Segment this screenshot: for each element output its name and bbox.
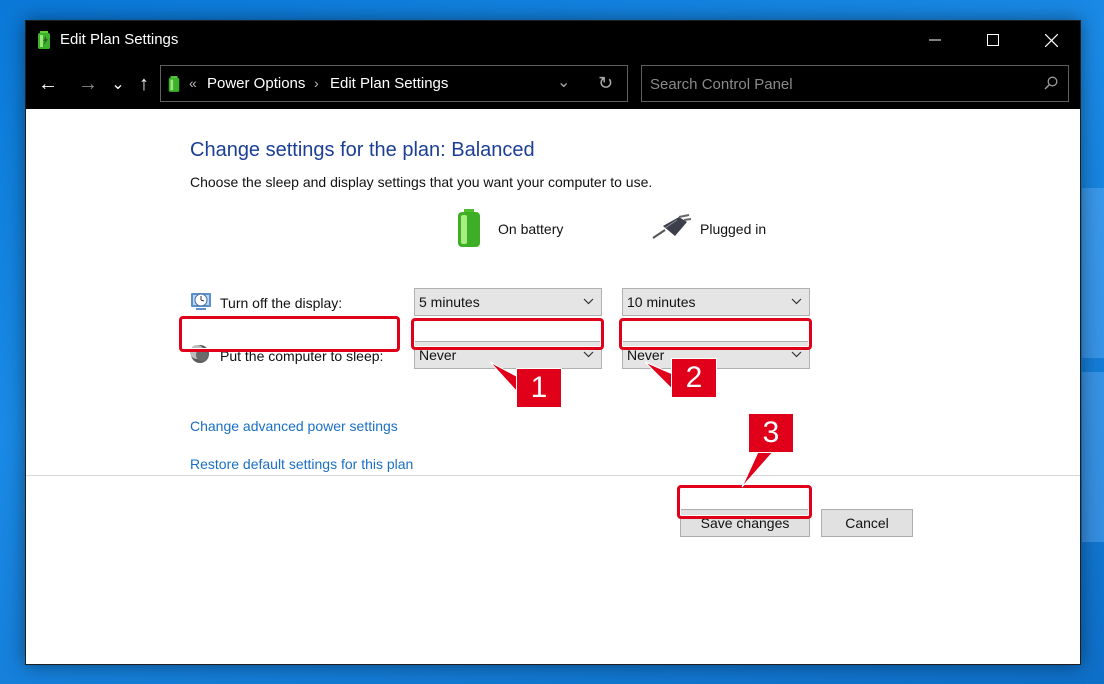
callout-pointers [489, 361, 775, 488]
step-2-badge: 2 [671, 358, 717, 398]
step-1-badge: 1 [516, 368, 562, 408]
step-3-badge: 3 [748, 413, 794, 453]
